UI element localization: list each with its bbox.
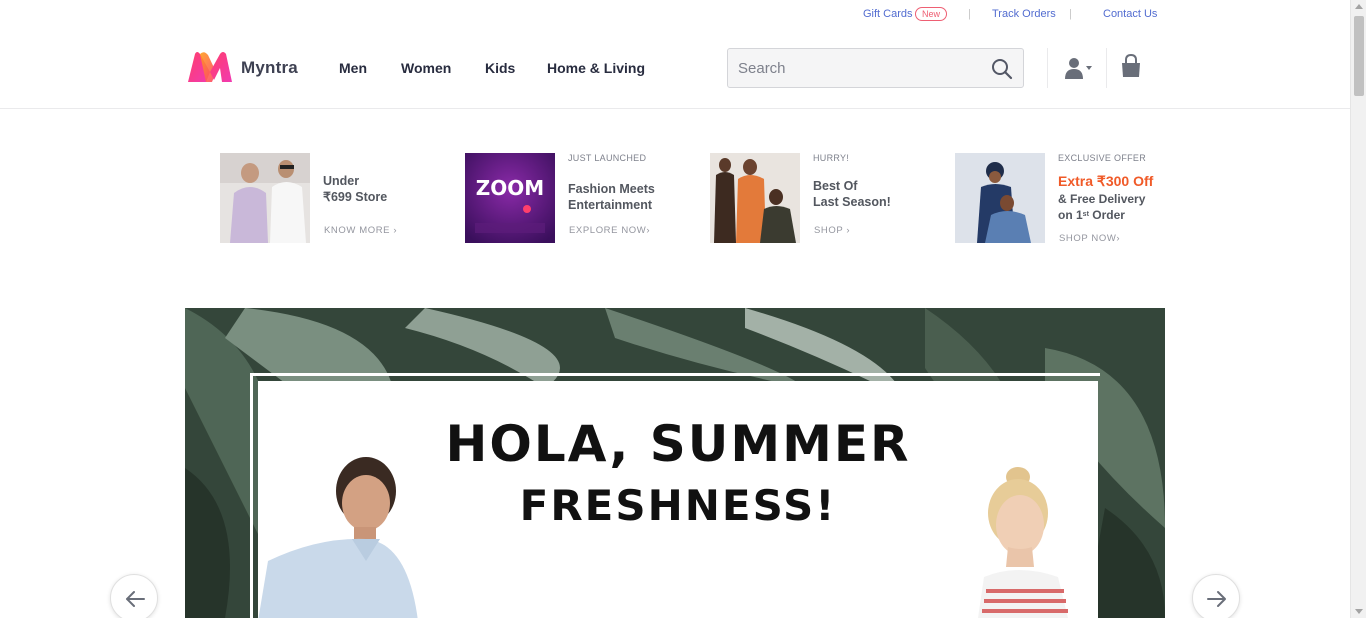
new-badge: New bbox=[915, 7, 948, 21]
utility-bar: Gift Cards New | Track Orders | Contact … bbox=[0, 0, 1350, 28]
promo-accent: Extra ₹300 Off bbox=[1058, 173, 1154, 189]
promo-kicker: HURRY! bbox=[813, 153, 850, 163]
promo-title: & Free Delivery on 1st Order bbox=[1058, 191, 1145, 223]
nav-home-living[interactable]: Home & Living bbox=[547, 60, 645, 76]
promo-title-text: on 1 bbox=[1058, 208, 1083, 222]
promo-title-text: Order bbox=[1088, 208, 1125, 222]
promo-title-line: Entertainment bbox=[568, 198, 653, 212]
promo-thumb-image[interactable] bbox=[220, 153, 310, 243]
nav-men[interactable]: Men bbox=[339, 60, 367, 76]
promo-card[interactable]: Under ₹699 Store KNOW MORE › bbox=[220, 153, 430, 245]
user-icon[interactable] bbox=[1064, 56, 1094, 80]
promo-card[interactable]: HURRY! Best Of Last Season! SHOP › bbox=[710, 153, 920, 245]
scroll-thumb[interactable] bbox=[1354, 16, 1364, 96]
shop-link[interactable]: SHOP › bbox=[814, 225, 850, 236]
promo-title-line: Fashion Meets bbox=[568, 182, 655, 196]
brand-name[interactable]: Myntra bbox=[241, 58, 298, 78]
scroll-up-arrow-icon[interactable] bbox=[1355, 4, 1363, 9]
promo-title: Best Of Last Season! bbox=[813, 178, 891, 210]
promo-title-line: Best Of bbox=[813, 179, 858, 193]
carousel-prev-button[interactable] bbox=[110, 574, 158, 618]
promo-title-line: Under bbox=[323, 174, 360, 188]
nav-women[interactable]: Women bbox=[401, 60, 451, 76]
promo-title-line: ₹699 Store bbox=[323, 190, 388, 204]
promo-thumb-image[interactable] bbox=[955, 153, 1045, 243]
search-input[interactable] bbox=[728, 49, 1023, 87]
nav-kids[interactable]: Kids bbox=[485, 60, 515, 76]
female-model-image bbox=[978, 467, 1068, 618]
zoom-logo-text: ZOOM bbox=[476, 176, 544, 200]
track-orders-link[interactable]: Track Orders bbox=[992, 8, 1056, 20]
promo-card[interactable]: EXCLUSIVE OFFER Extra ₹300 Off & Free De… bbox=[955, 153, 1165, 245]
zoom-thumb-image[interactable]: ZOOM bbox=[465, 153, 555, 243]
promo-kicker: EXCLUSIVE OFFER bbox=[1058, 153, 1147, 163]
gift-cards-link[interactable]: Gift Cards bbox=[863, 8, 913, 20]
promo-title-line: on 1st Order bbox=[1058, 207, 1145, 223]
explore-now-link[interactable]: EXPLORE NOW› bbox=[569, 225, 650, 236]
main-header: Myntra Men Women Kids Home & Living bbox=[0, 28, 1350, 109]
separator: | bbox=[968, 8, 971, 20]
arrow-right-icon bbox=[1207, 591, 1226, 607]
bag-icon[interactable] bbox=[1120, 54, 1142, 78]
know-more-link[interactable]: KNOW MORE › bbox=[324, 225, 397, 236]
page-scrollbar[interactable] bbox=[1350, 0, 1366, 618]
scroll-down-arrow-icon[interactable] bbox=[1355, 609, 1363, 614]
contact-us-link[interactable]: Contact Us bbox=[1103, 8, 1157, 20]
myntra-logo-icon[interactable] bbox=[186, 50, 234, 84]
divider bbox=[1047, 48, 1048, 88]
search-icon[interactable] bbox=[991, 58, 1013, 80]
male-model-image bbox=[258, 457, 418, 618]
separator: | bbox=[1069, 8, 1072, 20]
promo-title: Under ₹699 Store bbox=[323, 173, 387, 205]
hero-card[interactable]: HOLA, SUMMER FRESHNESS! bbox=[258, 381, 1098, 618]
promo-card[interactable]: ZOOM JUST LAUNCHED Fashion Meets Enterta… bbox=[465, 153, 675, 245]
divider bbox=[1106, 48, 1107, 88]
promo-thumb-image[interactable] bbox=[710, 153, 800, 243]
promo-kicker: JUST LAUNCHED bbox=[568, 153, 647, 163]
shop-now-link[interactable]: SHOP NOW› bbox=[1059, 233, 1120, 244]
promo-title-line: & Free Delivery bbox=[1058, 192, 1146, 206]
arrow-left-icon bbox=[126, 591, 145, 607]
carousel-next-button[interactable] bbox=[1192, 574, 1240, 618]
promo-title: Fashion Meets Entertainment bbox=[568, 181, 655, 213]
promo-title-line: Last Season! bbox=[813, 195, 891, 209]
search-box bbox=[727, 48, 1024, 88]
